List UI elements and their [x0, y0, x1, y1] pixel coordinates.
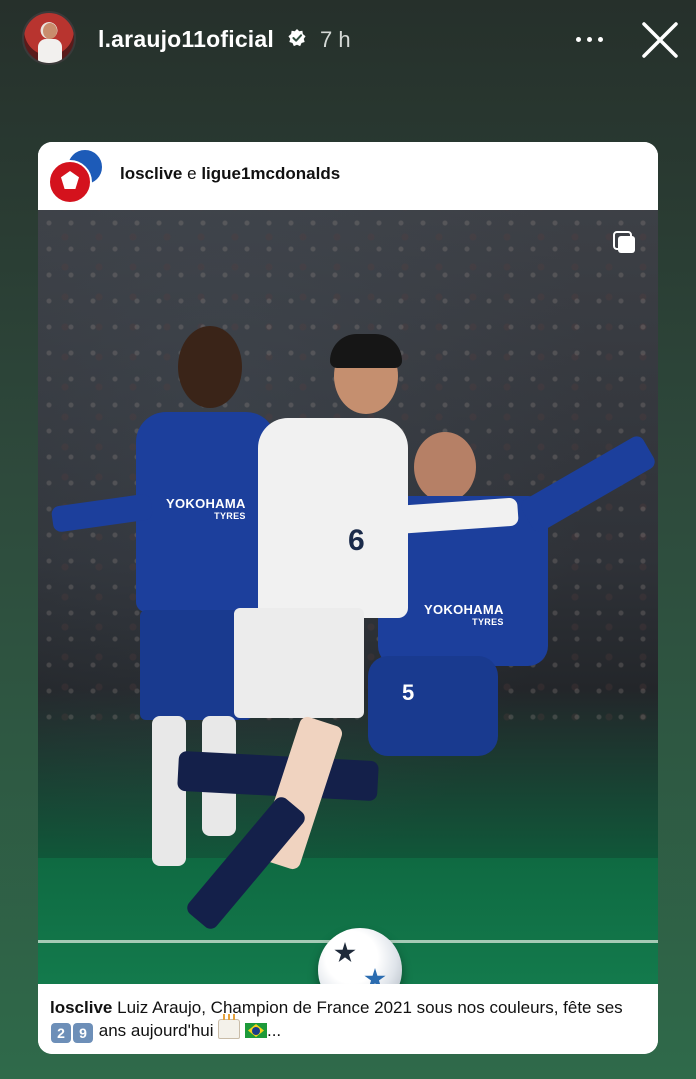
close-icon[interactable]: [640, 20, 680, 60]
digit-nine-emoji: 9: [73, 1023, 93, 1043]
post-caption-area: losclive Luiz Araujo, Champion de France…: [38, 984, 658, 1054]
profile-avatar[interactable]: [22, 11, 76, 65]
player-lille-white: 6: [184, 334, 519, 938]
caption-ellipsis[interactable]: ...: [267, 1021, 281, 1040]
digit-two-emoji: 2: [51, 1023, 71, 1043]
avatar-torso: [38, 39, 62, 63]
caption-text-1: Luiz Araujo, Champion de France 2021 sou…: [117, 998, 623, 1017]
post-photo[interactable]: YOKOHAMA TYRES YOKOHAMA TYRES 5 6: [38, 210, 658, 984]
losc-avatar: [48, 160, 92, 204]
story-time: 7 h: [320, 27, 351, 52]
multiple-images-icon: [613, 231, 635, 253]
post-authors[interactable]: losclive e ligue1mcdonalds: [120, 164, 340, 184]
more-options-icon[interactable]: [572, 22, 608, 56]
shared-post-card[interactable]: losclive e ligue1mcdonalds YOKOHAMA TYRE…: [38, 142, 658, 1054]
shirt-number-white: 6: [348, 524, 365, 557]
author-join: e: [187, 164, 197, 183]
story-username[interactable]: l.araujo11oficial: [98, 26, 274, 53]
avatar-head: [43, 23, 57, 39]
post-header: losclive e ligue1mcdonalds: [38, 142, 658, 210]
post-caption: losclive Luiz Araujo, Champion de France…: [50, 996, 646, 1043]
collab-avatars[interactable]: [48, 146, 108, 206]
author-primary[interactable]: losclive: [120, 164, 182, 183]
caption-text-2: ans aujourd'hui: [98, 1021, 214, 1040]
caption-author[interactable]: losclive: [50, 998, 112, 1017]
verified-icon: [288, 29, 306, 47]
brazil-flag-emoji-icon: [244, 1023, 267, 1038]
author-secondary[interactable]: ligue1mcdonalds: [201, 164, 340, 183]
cake-emoji-icon: [218, 1014, 241, 1039]
story-header: l.araujo11oficial 7 h: [0, 0, 696, 80]
